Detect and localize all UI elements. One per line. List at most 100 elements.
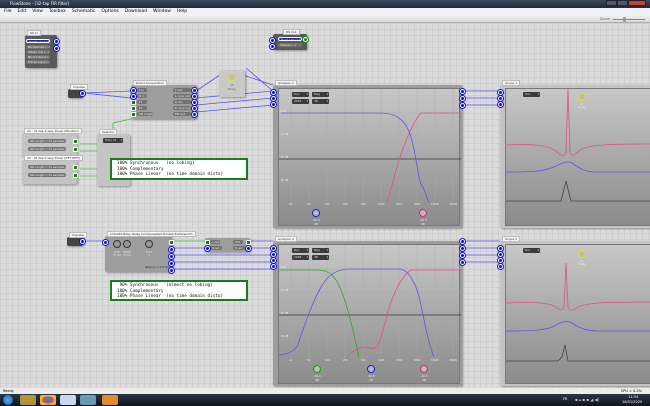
device-item[interactable]: Casque (...) xyxy=(278,43,302,47)
menu-view[interactable]: View xyxy=(32,8,43,15)
menu-edit[interactable]: Edit xyxy=(18,8,27,15)
menu-options[interactable]: Options xyxy=(101,8,118,15)
scope-display[interactable]: Run 0 Delay xyxy=(505,88,650,226)
fc2-knob[interactable] xyxy=(123,240,131,248)
menu-toolbox[interactable]: Toolbox xyxy=(49,8,66,15)
analyser-1[interactable]: Analyser 1 Run Mag 2048 dB 0 dB -10 dB -… xyxy=(271,80,462,228)
input-pin[interactable] xyxy=(271,258,276,263)
output-pin[interactable] xyxy=(192,88,197,93)
start-button[interactable] xyxy=(3,395,13,405)
direct-convolution-module[interactable]: Direct Convolution L in R in F1 F2 FIR l… xyxy=(131,80,197,119)
close-button[interactable] xyxy=(628,0,646,6)
input-pin[interactable] xyxy=(271,246,276,251)
output-pin[interactable] xyxy=(460,260,465,265)
language-indicator[interactable]: FR xyxy=(563,397,567,401)
delay-knob[interactable] xyxy=(228,73,236,81)
output-pin[interactable] xyxy=(246,240,251,245)
taskbar-window-icon[interactable] xyxy=(60,395,76,405)
device-item[interactable]: Micro Interne (...) xyxy=(26,55,50,59)
input-pin[interactable] xyxy=(498,102,503,107)
mag-dropdown[interactable]: Mag xyxy=(312,248,329,253)
output-pin[interactable] xyxy=(460,253,465,258)
menu-schematic[interactable]: Schematic xyxy=(72,8,96,15)
input-pin[interactable] xyxy=(131,112,136,117)
output-pin[interactable] xyxy=(169,240,174,245)
output-pin[interactable] xyxy=(80,91,85,96)
fft-size-dropdown[interactable]: 2048 xyxy=(292,255,309,260)
input-pin[interactable] xyxy=(498,90,503,95)
info-textbox-1[interactable]: 100% Synchronous (no lobing) 100% Complem… xyxy=(110,158,248,180)
fir-xover-module-1[interactable]: 22 - 31-tap 2-way Xover (Moutlan) IR1 le… xyxy=(22,128,82,157)
output-pin[interactable] xyxy=(460,96,465,101)
taskbar-app-icon[interactable] xyxy=(80,395,96,405)
level-knob-green[interactable] xyxy=(313,365,321,373)
status-pin[interactable] xyxy=(303,37,308,42)
run-dropdown[interactable]: Run xyxy=(292,92,309,97)
input-pin[interactable] xyxy=(498,246,503,251)
maximize-button[interactable] xyxy=(617,0,628,6)
run-dropdown[interactable]: Run xyxy=(523,248,540,253)
ds-in-module[interactable]: DS In Prolific de sortie Microphone (...… xyxy=(25,30,59,68)
k-knob[interactable] xyxy=(145,240,153,248)
output-pin[interactable] xyxy=(54,39,59,44)
output-pin[interactable] xyxy=(169,254,174,259)
scope-display[interactable]: Run 0 Delay xyxy=(505,244,650,384)
device-item[interactable]: Entree Ligne (...) xyxy=(26,60,50,64)
scale-dropdown[interactable]: dB xyxy=(312,99,329,104)
output-pin[interactable] xyxy=(460,246,465,251)
fft-size-dropdown[interactable]: 2048 xyxy=(292,99,309,104)
input-pin[interactable] xyxy=(498,96,503,101)
analyser-2[interactable]: Analyser 2 Run Mag 2048 dB 0 dB -10 dB -… xyxy=(271,236,462,386)
output-pin[interactable] xyxy=(169,268,174,273)
menu-download[interactable]: Download xyxy=(125,8,147,15)
output-pin[interactable] xyxy=(246,246,251,251)
filter-dropdown[interactable]: Filter 01 xyxy=(103,138,123,143)
output-pin[interactable] xyxy=(73,165,78,170)
taskbar-flowstone-icon[interactable] xyxy=(102,395,118,405)
minimize-button[interactable] xyxy=(606,0,617,6)
input-pin[interactable] xyxy=(131,100,136,105)
output-pin[interactable] xyxy=(460,103,465,108)
tray-icons[interactable]: ▪ ▴ ▪ ▪ ◢ ◀) xyxy=(575,397,599,402)
frequency-plot[interactable]: Run Mag 2048 dB 0 dB -10 dB -20 dB -30 d… xyxy=(278,88,461,226)
input-pin[interactable] xyxy=(498,252,503,257)
scope-1[interactable]: Scope 1 Run 0 Delay xyxy=(498,80,650,228)
device-item[interactable]: Stereo mix (...) xyxy=(26,50,50,54)
input-pin[interactable] xyxy=(271,102,276,107)
mixer-module[interactable]: L out R out Out R out xyxy=(205,238,251,252)
impulse-module[interactable]: Impulse xyxy=(68,84,88,98)
delay-knob[interactable] xyxy=(578,93,586,101)
input-pin[interactable] xyxy=(270,44,275,49)
input-pin[interactable] xyxy=(498,258,503,263)
delay-module[interactable]: 15 Delay xyxy=(219,70,245,97)
menu-file[interactable]: File xyxy=(4,8,12,15)
input-pin[interactable] xyxy=(103,240,108,245)
zoom-slider[interactable] xyxy=(613,17,645,22)
level-knob-blue[interactable] xyxy=(312,209,320,217)
output-pin[interactable] xyxy=(73,139,78,144)
linkwitz-riley-module[interactable]: Linkwitz-Riley Delay Compensated Double … xyxy=(103,231,196,273)
input-pin[interactable] xyxy=(271,96,276,101)
device-item[interactable]: Haut-parleurs (...) xyxy=(278,37,302,41)
output-pin[interactable] xyxy=(169,247,174,252)
run-dropdown[interactable]: Run xyxy=(523,92,540,97)
run-dropdown[interactable]: Run xyxy=(292,248,309,253)
device-item[interactable]: Prolific de sortie xyxy=(26,39,50,43)
device-item[interactable]: Microphone (...) xyxy=(26,45,50,49)
input-pin[interactable] xyxy=(271,90,276,95)
output-pin[interactable] xyxy=(73,173,78,178)
fc1-knob[interactable] xyxy=(113,240,121,248)
input-pin[interactable] xyxy=(498,264,503,269)
output-pin[interactable] xyxy=(169,261,174,266)
output-pin[interactable] xyxy=(192,100,197,105)
input-pin[interactable] xyxy=(270,38,275,43)
schematic-canvas[interactable]: DS In Prolific de sortie Microphone (...… xyxy=(0,23,650,388)
level-knob-blue[interactable] xyxy=(367,365,375,373)
frequency-plot[interactable]: Run Mag 2048 dB 0 dB -10 dB -20 dB -30 d… xyxy=(278,244,461,384)
output-pin[interactable] xyxy=(460,239,465,244)
taskbar-chrome-icon[interactable] xyxy=(40,395,56,405)
info-textbox-2[interactable]: 90% Synchronous (almost no lobing) 100% C… xyxy=(110,280,248,301)
output-pin[interactable] xyxy=(460,89,465,94)
mag-dropdown[interactable]: Mag xyxy=(312,92,329,97)
input-pin[interactable] xyxy=(205,246,210,251)
